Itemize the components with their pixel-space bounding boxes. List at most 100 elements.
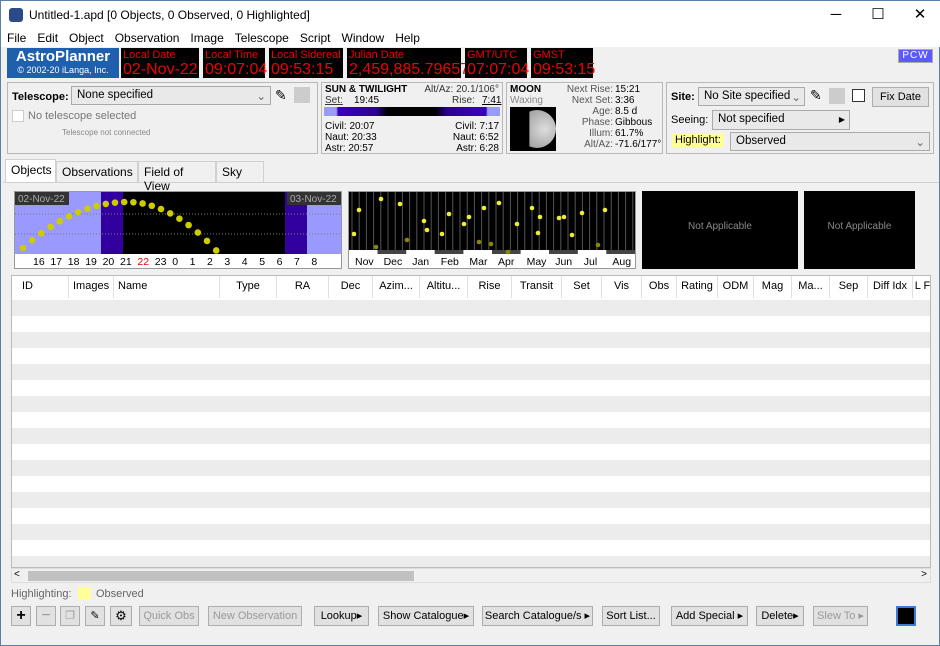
- nautical-dawn: Naut: 6:52: [452, 132, 499, 143]
- column-header[interactable]: Obs: [642, 276, 677, 298]
- column-header[interactable]: Name: [114, 276, 220, 298]
- column-header[interactable]: Rise: [468, 276, 512, 298]
- column-header[interactable]: Transit: [512, 276, 562, 298]
- fix-date-button[interactable]: Fix Date: [872, 87, 929, 107]
- horizontal-scrollbar[interactable]: < >: [11, 568, 931, 583]
- column-header[interactable]: Mag: [754, 276, 792, 298]
- scroll-right-icon[interactable]: >: [921, 569, 927, 580]
- table-row[interactable]: [12, 396, 930, 412]
- object-point: [351, 231, 357, 237]
- table-row[interactable]: [12, 300, 930, 316]
- column-header[interactable]: Type: [220, 276, 277, 298]
- site-select[interactable]: No Site specified ⌄: [698, 87, 805, 106]
- telescope-panel: Telescope: None specified ⌄ ✎ No telescop…: [7, 82, 318, 154]
- table-row[interactable]: [12, 508, 930, 524]
- column-header[interactable]: RA: [277, 276, 329, 298]
- table-row[interactable]: [12, 316, 930, 332]
- sky-view-icon[interactable]: [896, 606, 916, 626]
- add-icon[interactable]: +: [11, 606, 31, 626]
- tab-objects[interactable]: Objects: [5, 159, 56, 182]
- menu-help[interactable]: Help: [389, 29, 425, 45]
- hour-tick: 18: [68, 256, 80, 268]
- objects-table[interactable]: ID Images Name Type RA Dec Azim... Altitu... Ris…: [11, 275, 931, 568]
- telescope-label: Telescope:: [12, 91, 69, 103]
- table-row[interactable]: [12, 428, 930, 444]
- telescope-checkbox-label: No telescope selected: [28, 110, 137, 122]
- column-header[interactable]: Vis: [602, 276, 642, 298]
- new-observation-button[interactable]: New Observation: [208, 606, 302, 626]
- column-header[interactable]: L F: [913, 276, 930, 298]
- column-header[interactable]: Diff Idx: [868, 276, 913, 298]
- clock-value: 09:07:04: [205, 61, 268, 78]
- quick-obs-button[interactable]: Quick Obs: [139, 606, 199, 626]
- table-row[interactable]: [12, 364, 930, 380]
- scroll-left-icon[interactable]: <: [14, 569, 20, 580]
- column-header[interactable]: Rating: [677, 276, 718, 298]
- column-header[interactable]: Set: [562, 276, 602, 298]
- table-row[interactable]: [12, 412, 930, 428]
- minimize-button[interactable]: ─: [821, 5, 851, 25]
- menu-file[interactable]: File: [1, 29, 31, 45]
- table-row[interactable]: [12, 540, 930, 556]
- table-row[interactable]: [12, 460, 930, 476]
- column-header[interactable]: ODM: [718, 276, 754, 298]
- close-button[interactable]: ✕: [905, 5, 935, 25]
- edit-pencil-icon[interactable]: ✎: [275, 87, 287, 104]
- edit-pencil-icon[interactable]: ✎: [810, 87, 822, 104]
- column-header[interactable]: Azim...: [373, 276, 420, 298]
- sun-altaz: Alt/Az: 20.1/106°: [424, 84, 499, 95]
- pcw-badge[interactable]: PCW: [898, 49, 933, 63]
- table-row[interactable]: [12, 380, 930, 396]
- delete-button[interactable]: Delete▸: [756, 606, 804, 626]
- table-row[interactable]: [12, 492, 930, 508]
- menu-object[interactable]: Object: [63, 29, 109, 45]
- slew-to-button[interactable]: Slew To ▸: [813, 606, 868, 626]
- show-catalogue-button[interactable]: Show Catalogue▸: [378, 606, 474, 626]
- scrollbar-thumb[interactable]: [28, 571, 414, 581]
- column-header[interactable]: Sep: [830, 276, 868, 298]
- edit-pencil-icon[interactable]: ✎: [85, 606, 105, 626]
- copy-icon[interactable]: ❐: [60, 606, 80, 626]
- remove-icon[interactable]: −: [36, 606, 56, 626]
- add-special-button[interactable]: Add Special ▸: [671, 606, 748, 626]
- menu-edit[interactable]: Edit: [31, 29, 63, 45]
- column-header[interactable]: ID: [18, 276, 69, 298]
- moon-row-label: Age:: [592, 106, 613, 117]
- menu-window[interactable]: Window: [336, 29, 390, 45]
- table-row[interactable]: [12, 348, 930, 364]
- column-header[interactable]: Altitu...: [420, 276, 468, 298]
- sun-set-label: Set:: [325, 95, 343, 106]
- table-row[interactable]: [12, 556, 930, 567]
- table-row[interactable]: [12, 524, 930, 540]
- twilight-bar: [324, 107, 500, 116]
- sun-rise-label: Rise:: [452, 95, 475, 106]
- column-header[interactable]: Dec: [329, 276, 373, 298]
- night-altitude-chart: 02-Nov-22 03-Nov-22 16 17 18 19 20 21 22 23 0 1 2 3 4 5…: [14, 191, 342, 269]
- sort-list-button[interactable]: Sort List...: [602, 606, 660, 626]
- tab-observations[interactable]: Observations: [56, 161, 138, 182]
- object-point: [556, 215, 562, 221]
- gear-icon[interactable]: ⚙: [110, 606, 132, 626]
- menu-telescope[interactable]: Telescope: [229, 29, 294, 45]
- telescope-select[interactable]: None specified ⌄: [71, 86, 271, 105]
- maximize-button[interactable]: ☐: [863, 5, 893, 25]
- table-row[interactable]: [12, 444, 930, 460]
- column-header[interactable]: Images: [69, 276, 114, 298]
- menu-script[interactable]: Script: [294, 29, 336, 45]
- menu-observation[interactable]: Observation: [109, 29, 185, 45]
- tab-sky[interactable]: Sky: [216, 161, 264, 182]
- seeing-select[interactable]: Not specified ▶: [712, 110, 850, 130]
- search-catalogue-button[interactable]: Search Catalogue/s ▸: [482, 606, 593, 626]
- table-row[interactable]: [12, 476, 930, 492]
- table-row[interactable]: [12, 332, 930, 348]
- moon-row: Next Rise: 15:21: [557, 84, 661, 95]
- lookup-button[interactable]: Lookup▸: [314, 606, 369, 626]
- highlight-select[interactable]: Observed ⌄: [730, 132, 930, 151]
- tab-field-of-view[interactable]: Field of View: [138, 161, 216, 193]
- highlighting-value: Observed: [96, 588, 144, 600]
- altitude-point: [74, 208, 82, 216]
- menu-image[interactable]: Image: [184, 29, 228, 45]
- telescope-checkbox[interactable]: [12, 110, 24, 122]
- fix-date-checkbox[interactable]: [852, 89, 865, 102]
- column-header[interactable]: Ma...: [792, 276, 830, 298]
